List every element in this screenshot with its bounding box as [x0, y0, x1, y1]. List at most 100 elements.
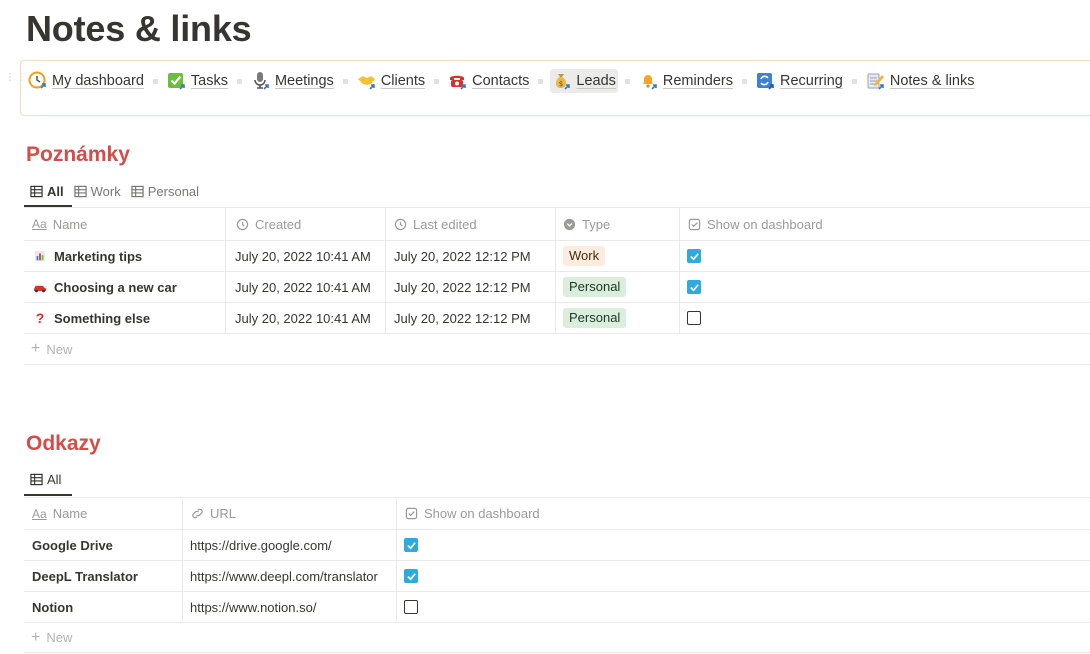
dashboard-checkbox[interactable]	[687, 311, 701, 325]
nav-bar: My dashboard Tasks Meetings Clients Cont…	[26, 69, 976, 93]
links-view-tabs: All	[30, 468, 71, 490]
notes-view-tabs: All Work Personal	[30, 180, 209, 202]
column-header-type[interactable]: Type	[563, 208, 610, 240]
table-cell-type[interactable]: Work	[563, 241, 606, 271]
checkbox-property-icon	[405, 507, 418, 520]
table-cell-url[interactable]: https://drive.google.com/	[190, 530, 332, 560]
type-tag: Personal	[563, 277, 627, 297]
table-divider	[24, 652, 1090, 653]
active-tab-indicator	[24, 494, 72, 496]
nav-link-notes-links[interactable]: Notes & links	[864, 69, 977, 93]
nav-separator	[236, 78, 242, 84]
tab-personal[interactable]: Personal	[131, 180, 199, 202]
table-icon	[30, 185, 43, 197]
column-header-last-edited[interactable]: Last edited	[394, 208, 477, 240]
table-icon	[30, 473, 43, 485]
checkbox-property-icon	[688, 218, 701, 230]
dashboard-checkbox[interactable]	[404, 538, 418, 552]
table-cell-created: July 20, 2022 10:41 AM	[235, 248, 371, 264]
svg-text:$: $	[559, 80, 563, 88]
nav-link-my-dashboard[interactable]: My dashboard	[26, 69, 146, 93]
table-divider	[24, 364, 1090, 365]
table-row-name[interactable]: Marketing tips	[32, 241, 142, 271]
table-cell-type[interactable]: Personal	[563, 272, 627, 302]
table-cell-last-edited: July 20, 2022 12:12 PM	[394, 248, 531, 264]
nav-separator	[742, 78, 747, 84]
table-divider	[24, 271, 1090, 272]
question-mark-icon: ?	[35, 310, 45, 326]
table-row-name[interactable]: Google Drive	[32, 530, 113, 560]
table-cell-type[interactable]: Personal	[563, 303, 627, 333]
column-divider	[679, 208, 680, 333]
table-row-name[interactable]: ? Something else	[32, 303, 150, 333]
column-divider	[385, 208, 386, 333]
tab-all[interactable]: All	[30, 180, 64, 202]
links-heading: Odkazy	[26, 432, 101, 455]
table-cell-show	[687, 241, 701, 271]
column-header-name[interactable]: Aa Name	[32, 498, 87, 529]
nav-link-reminders[interactable]: Reminders	[637, 69, 735, 93]
clock-icon	[28, 71, 48, 91]
table-cell-created: July 20, 2022 10:41 AM	[235, 310, 371, 326]
select-property-icon	[563, 218, 576, 230]
telephone-icon	[448, 71, 468, 91]
text-property-icon: Aa	[32, 217, 47, 231]
nav-separator	[851, 78, 857, 84]
nav-separator	[434, 78, 440, 84]
clock-property-icon	[394, 218, 407, 230]
nav-separator	[152, 78, 158, 84]
table-cell-last-edited: July 20, 2022 12:12 PM	[394, 310, 531, 326]
column-divider	[182, 498, 183, 622]
column-divider	[396, 498, 397, 622]
check-square-icon	[167, 71, 187, 91]
nav-link-leads[interactable]: $ Leads	[550, 69, 618, 93]
plus-icon: +	[31, 628, 41, 646]
table-divider	[24, 497, 1090, 498]
clock-property-icon	[236, 218, 249, 230]
table-cell-url[interactable]: https://www.deepl.com/translator	[190, 561, 378, 591]
dashboard-checkbox[interactable]	[687, 280, 701, 294]
table-icon	[131, 185, 144, 197]
tab-work[interactable]: Work	[73, 180, 121, 202]
memo-icon	[866, 71, 886, 91]
nav-link-clients[interactable]: Clients	[355, 69, 427, 93]
nav-link-recurring[interactable]: Recurring	[754, 69, 845, 93]
dashboard-checkbox[interactable]	[687, 249, 701, 263]
nav-link-contacts[interactable]: Contacts	[446, 69, 531, 93]
column-header-name[interactable]: Aa Name	[32, 208, 87, 240]
table-cell-url[interactable]: https://www.notion.so/	[190, 592, 316, 622]
nav-separator	[538, 78, 544, 84]
link-property-icon	[192, 508, 203, 519]
table-divider	[24, 529, 1090, 530]
dashboard-checkbox[interactable]	[404, 600, 418, 614]
links-new-row-button[interactable]: + New	[31, 623, 72, 652]
drag-handle-icon[interactable]: ⋮⋮	[5, 73, 26, 88]
table-cell-created: July 20, 2022 10:41 AM	[235, 279, 371, 295]
page-title: Notes & links	[26, 8, 252, 49]
nav-link-tasks[interactable]: Tasks	[165, 69, 230, 93]
type-tag: Work	[563, 246, 606, 266]
column-header-show-on-dashboard[interactable]: Show on dashboard	[405, 498, 540, 529]
table-row-name[interactable]: DeepL Translator	[32, 561, 138, 591]
column-header-show-on-dashboard[interactable]: Show on dashboard	[688, 208, 823, 240]
car-icon	[32, 279, 48, 295]
column-header-url[interactable]: URL	[191, 498, 236, 529]
table-cell-show	[404, 592, 418, 622]
repeat-icon	[756, 71, 776, 91]
bar-chart-icon	[32, 248, 48, 264]
table-cell-show	[687, 272, 701, 302]
table-row-name[interactable]: Notion	[32, 592, 73, 622]
table-icon	[73, 185, 87, 197]
table-cell-show	[404, 530, 418, 560]
bell-icon	[639, 71, 659, 91]
notes-new-row-button[interactable]: + New	[31, 334, 72, 364]
dashboard-checkbox[interactable]	[404, 569, 418, 583]
table-divider	[24, 591, 1090, 592]
nav-link-meetings[interactable]: Meetings	[249, 69, 336, 93]
money-bag-icon: $	[552, 71, 572, 91]
table-row-name[interactable]: Choosing a new car	[32, 272, 177, 302]
tab-all[interactable]: All	[30, 468, 61, 490]
column-header-created[interactable]: Created	[236, 208, 301, 240]
nav-separator	[342, 78, 348, 84]
table-divider	[24, 560, 1090, 561]
